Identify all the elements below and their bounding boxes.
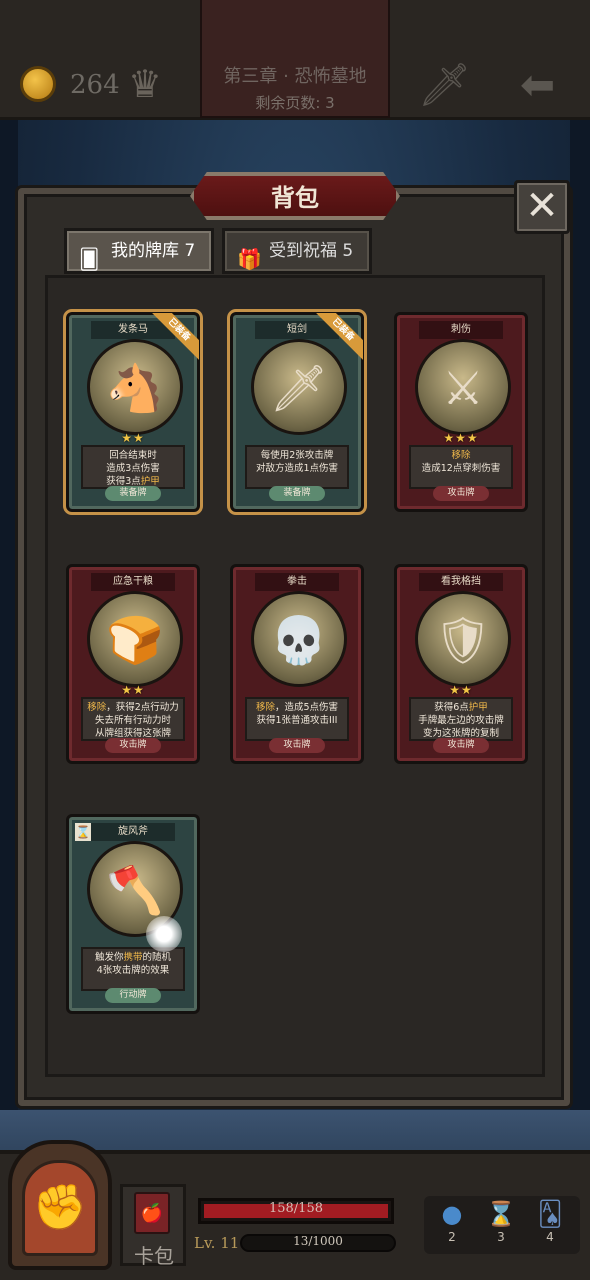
hero-fist-icon: ✊ [32, 1182, 88, 1233]
card-description: 获得6点护甲 手牌最左边的攻击牌 变为这张牌的复制 [409, 697, 513, 741]
cards-icon: 🂡 [537, 1200, 563, 1228]
xp-text: 13/1000 [293, 1234, 343, 1248]
card-name: 拳击 [255, 573, 339, 591]
desc-highlight: 携带 [123, 952, 143, 963]
panel-title: 背包 [271, 184, 319, 212]
chapter-title: 第三章 · 恐怖墓地 [223, 66, 367, 87]
cards-count: 4 [546, 1230, 554, 1244]
hourglass-icon: ⌛ [75, 823, 91, 841]
card-item[interactable]: 发条马 🐴 ★★ 回合结束时 造成3点伤害 获得3点护甲 装备牌 已装备 [63, 309, 203, 515]
card-description: 每使用2张攻击牌 对敌方造成1点伤害 [245, 445, 349, 489]
desc-text: 获得6点 [434, 702, 469, 713]
card-art: 🍞 [87, 591, 183, 687]
card-type: 装备牌 [105, 486, 161, 501]
card-name: 看我格挡 [419, 573, 503, 591]
tab-blessings-label: 受到祝福 5 [269, 241, 354, 261]
card-item[interactable]: 应急干粮 🍞 ★★ 移除，获得2点行动力 失去所有行动力时 从牌组获得这张牌 攻击牌 [66, 564, 200, 764]
card-stars: ★★ [449, 683, 473, 697]
card-name: 旋风斧 [91, 823, 175, 841]
sword-icon[interactable]: 🗡 [418, 60, 471, 110]
touch-indicator [146, 916, 182, 952]
card-description: 回合结束时 造成3点伤害 获得3点护甲 [81, 445, 185, 489]
hourglass-icon: ⌛ [486, 1200, 516, 1228]
desc-text-tail: ，获得2点行动力 失去所有行动力时 从牌组获得这张牌 [94, 702, 179, 739]
desc-highlight: 移除 [87, 702, 107, 713]
tab-my-deck-label: 我的牌库 7 [111, 241, 196, 261]
gift-icon: 🎁 [237, 247, 262, 271]
hp-text: 158/158 [268, 1201, 323, 1216]
card-art: 🛡 [415, 591, 511, 687]
card-name: 刺伤 [419, 321, 503, 339]
orb-icon: ● [441, 1200, 463, 1228]
desc-highlight: 移除 [255, 702, 275, 713]
desc-highlight: 移除 [451, 450, 471, 461]
card-description: 触发你携带的随机 4张攻击牌的效果 [81, 947, 185, 991]
back-arrow-icon[interactable]: ⬅ [520, 60, 555, 109]
card-type: 攻击牌 [105, 738, 161, 753]
resource-hourglass[interactable]: ⌛ 3 [481, 1200, 521, 1244]
desc-text-tail: 造成12点穿刺伤害 [421, 463, 501, 474]
card-stars: ★★ [121, 431, 145, 445]
tree-trunk-right [570, 120, 590, 1150]
card-art: 💀 [251, 591, 347, 687]
card-description: 移除 造成12点穿刺伤害 [409, 445, 513, 489]
card-type: 装备牌 [269, 486, 325, 501]
equipped-badge: 已装备 [313, 313, 363, 363]
card-description: 移除，造成5点伤害 获得1张普通攻击III [245, 697, 349, 741]
resource-orb[interactable]: ● 2 [432, 1200, 472, 1244]
card-item[interactable]: 看我格挡 🛡 ★★ 获得6点护甲 手牌最左边的攻击牌 变为这张牌的复制 攻击牌 [394, 564, 528, 764]
card-description: 移除，获得2点行动力 失去所有行动力时 从牌组获得这张牌 [81, 697, 185, 741]
hero-portrait[interactable]: ✊ [22, 1160, 98, 1256]
card-type: 攻击牌 [433, 486, 489, 501]
tab-my-deck[interactable]: 🂠 我的牌库 7 [64, 228, 214, 274]
card-item[interactable]: 短剑 🗡 每使用2张攻击牌 对敌方造成1点伤害 装备牌 已装备 [227, 309, 367, 515]
orb-count: 2 [448, 1230, 456, 1244]
equipped-label: 已装备 [149, 313, 199, 361]
equipped-label: 已装备 [313, 313, 363, 361]
resource-cards[interactable]: 🂡 4 [530, 1200, 570, 1244]
card-pack-icon: 🍎 [134, 1192, 170, 1234]
card-art: ⚔ [415, 339, 511, 435]
card-art-icon: ⚔ [442, 361, 484, 415]
desc-text: 触发你 [94, 952, 124, 963]
desc-text: 每使用2张攻击牌 对敌方造成1点伤害 [255, 450, 339, 474]
card-pack-label: 卡包 [134, 1244, 174, 1268]
card-item[interactable]: 刺伤 ⚔ ★★★ 移除 造成12点穿刺伤害 攻击牌 [394, 312, 528, 512]
close-button[interactable]: ✕ [514, 180, 570, 234]
card-type: 行动牌 [105, 988, 161, 1003]
card-type: 攻击牌 [433, 738, 489, 753]
pages-remaining: 剩余页数: 3 [255, 94, 335, 112]
level-label: Lv. 11 [194, 1234, 240, 1252]
desc-text-tail: 手牌最左边的攻击牌 变为这张牌的复制 [418, 715, 504, 739]
card-art-icon: 🛡 [433, 613, 493, 667]
card-stars: ★★★ [443, 431, 479, 445]
tab-blessings[interactable]: 🎁 受到祝福 5 [222, 228, 372, 274]
tree-trunk-left [0, 120, 18, 1150]
card-stars: ★★ [121, 683, 145, 697]
card-item[interactable]: ⌛ 旋风斧 🪓 触发你携带的随机 4张攻击牌的效果 行动牌 [66, 814, 200, 1014]
card-art-icon: 🍞 [106, 613, 164, 667]
card-icon: 🂠 [79, 247, 100, 271]
desc-highlight: 护甲 [468, 702, 488, 713]
hourglass-count: 3 [497, 1230, 505, 1244]
equipped-badge: 已装备 [149, 313, 199, 363]
card-item[interactable]: 拳击 💀 移除，造成5点伤害 获得1张普通攻击III 攻击牌 [230, 564, 364, 764]
card-art-icon: 💀 [270, 613, 328, 667]
card-name: 应急干粮 [91, 573, 175, 591]
card-type: 攻击牌 [269, 738, 325, 753]
